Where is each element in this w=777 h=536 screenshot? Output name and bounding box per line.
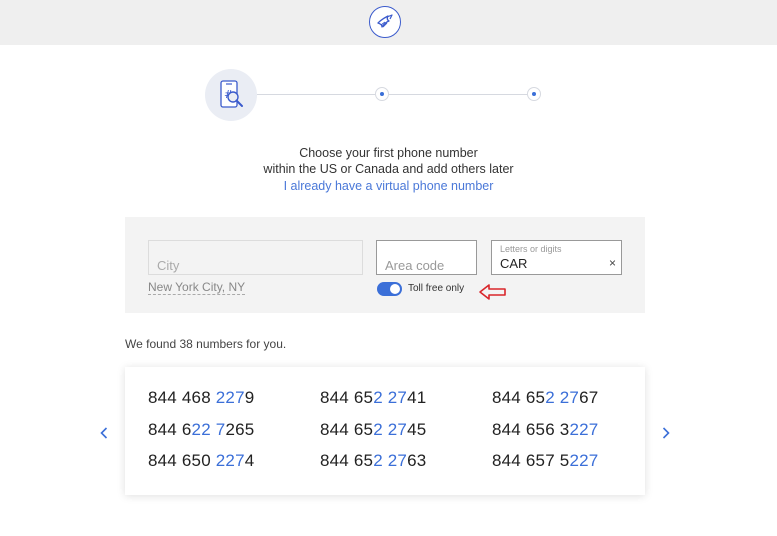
number-match: 2 27 [373, 388, 408, 407]
letters-digits-label: Letters or digits [500, 244, 562, 254]
number-match: 22 7 [191, 420, 226, 439]
toll-free-toggle[interactable] [377, 282, 402, 296]
number-match: 227 [215, 451, 245, 470]
number-prefix: 844 6 [148, 420, 192, 439]
number-prefix: 844 65 [320, 420, 374, 439]
results-summary: We found 38 numbers for you. [125, 337, 287, 351]
number-suffix: 41 [407, 388, 427, 407]
number-suffix: 45 [407, 420, 427, 439]
phone-number-option[interactable]: 844 652 2745 [320, 420, 426, 440]
city-suggestion-link[interactable]: New York City, NY [148, 280, 246, 295]
phone-number-option[interactable]: 844 650 2274 [148, 451, 254, 471]
search-panel: City New York City, NY Area code Letters… [125, 217, 645, 313]
bird-logo-icon[interactable] [369, 6, 401, 38]
stepper-line [257, 94, 375, 95]
number-match: 2 27 [373, 420, 408, 439]
phone-number-option[interactable]: 844 657 5227 [492, 451, 598, 471]
phone-number-option[interactable]: 844 652 2741 [320, 388, 426, 408]
number-prefix: 844 468 [148, 388, 216, 407]
number-match: 2 27 [373, 451, 408, 470]
number-suffix: 265 [225, 420, 255, 439]
heading-line-2: within the US or Canada and add others l… [263, 162, 514, 176]
number-suffix: 4 [244, 451, 255, 470]
city-input[interactable]: City [148, 240, 363, 275]
number-prefix: 844 65 [320, 388, 374, 407]
number-match: 227 [215, 388, 245, 407]
number-prefix: 844 650 [148, 451, 216, 470]
clear-icon[interactable]: × [609, 257, 616, 269]
letters-digits-value: CAR [500, 256, 528, 271]
existing-number-link[interactable]: I already have a virtual phone number [0, 179, 777, 193]
number-prefix: 844 656 3 [492, 420, 570, 439]
area-code-input[interactable]: Area code [376, 240, 477, 275]
toggle-knob [390, 284, 400, 294]
phone-number-option[interactable]: 844 656 3227 [492, 420, 598, 440]
number-match: 227 [569, 420, 599, 439]
annotation-arrow-icon [479, 284, 506, 300]
phone-number-option[interactable]: 844 622 7265 [148, 420, 254, 440]
chevron-right-icon[interactable] [658, 423, 674, 443]
phone-number-option[interactable]: 844 652 2767 [492, 388, 598, 408]
phone-search-icon: # [205, 69, 257, 121]
page-heading: Choose your first phone number within th… [0, 145, 777, 177]
step-2-dot [375, 87, 389, 101]
number-prefix: 844 657 5 [492, 451, 570, 470]
phone-number-option[interactable]: 844 652 2763 [320, 451, 426, 471]
number-prefix: 844 65 [320, 451, 374, 470]
progress-stepper: # [205, 69, 545, 121]
phone-number-option[interactable]: 844 468 2279 [148, 388, 254, 408]
number-match: 227 [569, 451, 599, 470]
step-3-dot [527, 87, 541, 101]
number-prefix: 844 65 [492, 388, 546, 407]
number-suffix: 67 [579, 388, 599, 407]
chevron-left-icon[interactable] [96, 423, 112, 443]
heading-line-1: Choose your first phone number [299, 146, 478, 160]
top-bar [0, 0, 777, 45]
results-card: 844 468 2279 844 652 2741 844 652 2767 8… [125, 367, 645, 495]
stepper-line [389, 94, 527, 95]
number-match: 2 27 [545, 388, 580, 407]
number-suffix: 9 [244, 388, 255, 407]
toll-free-label: Toll free only [408, 283, 465, 294]
letters-digits-input[interactable]: Letters or digits CAR × [491, 240, 622, 275]
number-suffix: 63 [407, 451, 427, 470]
